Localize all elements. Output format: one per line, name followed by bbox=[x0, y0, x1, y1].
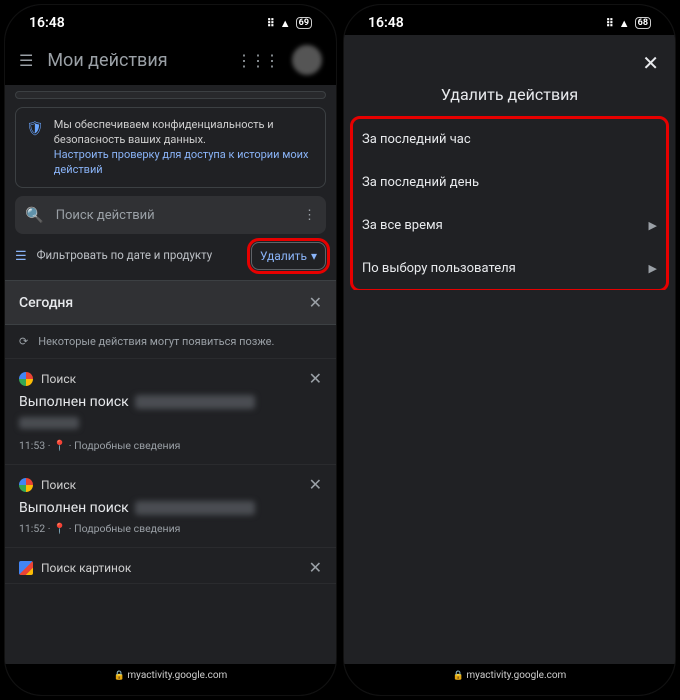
activity-item: Поиск картинок ✕ bbox=[5, 548, 336, 584]
battery-indicator: 69 bbox=[296, 17, 312, 29]
option-label: За все время bbox=[362, 218, 443, 233]
search-bar[interactable]: 🔍 Поиск действий ⋮ bbox=[15, 196, 326, 234]
shield-icon: 🛡 bbox=[26, 120, 44, 177]
close-icon[interactable]: ✕ bbox=[642, 51, 659, 75]
collapsed-card bbox=[15, 91, 326, 99]
menu-icon[interactable]: ☰ bbox=[19, 51, 33, 70]
option-custom-range[interactable]: По выбору пользователя ▶ bbox=[352, 247, 667, 290]
battery-indicator: 68 bbox=[635, 17, 651, 29]
avatar[interactable] bbox=[292, 45, 322, 75]
delete-activity-icon[interactable]: ✕ bbox=[309, 475, 322, 494]
activity-service: Поиск bbox=[41, 478, 76, 492]
info-icon: ⟳ bbox=[19, 335, 28, 348]
phone-left: 16:48 ⠿ ▲ 69 ☰ Мои действия ⋮⋮⋮ 🛡 Мы обе… bbox=[4, 4, 337, 696]
chevron-right-icon: ▶ bbox=[649, 219, 657, 232]
url-text: myactivity.google.com bbox=[466, 670, 566, 681]
sheet-header: ✕ bbox=[344, 35, 675, 79]
chevron-down-icon: ▾ bbox=[311, 249, 317, 263]
status-time: 16:48 bbox=[29, 15, 65, 31]
filter-icon[interactable]: ☰ bbox=[15, 249, 27, 264]
cellular-icon: ⠿ bbox=[267, 17, 275, 30]
delete-activity-icon[interactable]: ✕ bbox=[309, 558, 322, 577]
filter-label[interactable]: Фильтровать по дате и продукту bbox=[37, 249, 241, 263]
phone-right: 16:48 ⠿ ▲ 68 ✕ Удалить действия За после… bbox=[343, 4, 676, 696]
info-row: ⟳ Некоторые действия могут появиться поз… bbox=[5, 325, 336, 359]
url-bar: 🔒 myactivity.google.com bbox=[344, 664, 675, 695]
sheet-title: Удалить действия bbox=[344, 79, 675, 118]
activity-time: 11:52 bbox=[19, 522, 45, 535]
option-last-day[interactable]: За последний день bbox=[352, 161, 667, 204]
status-bar: 16:48 ⠿ ▲ 68 bbox=[344, 5, 675, 35]
url-text: myactivity.google.com bbox=[127, 670, 227, 681]
activity-service: Поиск bbox=[41, 372, 76, 386]
images-icon bbox=[19, 561, 33, 575]
delete-label: Удалить bbox=[260, 249, 307, 263]
redacted-query bbox=[135, 395, 255, 409]
activity-details-link[interactable]: Подробные сведения bbox=[74, 439, 180, 452]
option-label: По выбору пользователя bbox=[362, 261, 516, 276]
content-area: 🛡 Мы обеспечиваем конфиденциальность и б… bbox=[5, 85, 336, 664]
section-today-label: Сегодня bbox=[19, 295, 73, 311]
activity-action: Выполнен поиск bbox=[19, 394, 129, 410]
lock-icon: 🔒 bbox=[114, 671, 125, 681]
privacy-card: 🛡 Мы обеспечиваем конфиденциальность и б… bbox=[15, 107, 326, 188]
activity-item: Поиск ✕ Выполнен поиск 11:53 · 📍 · Подро… bbox=[5, 359, 336, 465]
chevron-right-icon: ▶ bbox=[649, 262, 657, 275]
lock-icon: 🔒 bbox=[453, 671, 464, 681]
redacted-query bbox=[135, 501, 255, 515]
status-bar: 16:48 ⠿ ▲ 69 bbox=[5, 5, 336, 35]
redacted-detail bbox=[19, 417, 79, 429]
apps-grid-icon[interactable]: ⋮⋮⋮ bbox=[236, 51, 278, 70]
empty-area bbox=[344, 290, 675, 664]
status-time: 16:48 bbox=[368, 15, 404, 31]
info-text: Некоторые действия могут появиться позже… bbox=[38, 335, 274, 348]
search-placeholder: Поиск действий bbox=[56, 208, 291, 223]
privacy-text: Мы обеспечиваем конфиденциальность и без… bbox=[54, 118, 274, 146]
url-bar: 🔒 myactivity.google.com bbox=[5, 664, 336, 695]
more-icon[interactable]: ⋮ bbox=[303, 208, 316, 223]
status-icons: ⠿ ▲ 68 bbox=[606, 17, 651, 30]
filter-row: ☰ Фильтровать по дате и продукту Удалить… bbox=[15, 242, 326, 270]
delete-options: За последний час За последний день За вс… bbox=[352, 118, 667, 290]
delete-button[interactable]: Удалить ▾ bbox=[251, 242, 326, 270]
page-title: Мои действия bbox=[47, 50, 222, 71]
wifi-icon: ▲ bbox=[280, 17, 291, 30]
activity-action: Выполнен поиск bbox=[19, 500, 129, 516]
privacy-link[interactable]: Настроить проверку для доступа к истории… bbox=[54, 148, 309, 176]
cellular-icon: ⠿ bbox=[606, 17, 614, 30]
activity-details-link[interactable]: Подробные сведения bbox=[74, 522, 180, 535]
app-titlebar: ☰ Мои действия ⋮⋮⋮ bbox=[5, 35, 336, 85]
google-icon bbox=[19, 478, 33, 492]
delete-activity-icon[interactable]: ✕ bbox=[309, 369, 322, 388]
activity-time: 11:53 bbox=[19, 439, 45, 452]
status-icons: ⠿ ▲ 69 bbox=[267, 17, 312, 30]
section-today: Сегодня ✕ bbox=[5, 280, 336, 325]
dismiss-today-icon[interactable]: ✕ bbox=[309, 293, 322, 312]
activity-service: Поиск картинок bbox=[41, 561, 131, 575]
google-icon bbox=[19, 372, 33, 386]
option-label: За последний час bbox=[362, 132, 471, 147]
wifi-icon: ▲ bbox=[619, 17, 630, 30]
option-label: За последний день bbox=[362, 175, 479, 190]
option-last-hour[interactable]: За последний час bbox=[352, 118, 667, 161]
option-all-time[interactable]: За все время ▶ bbox=[352, 204, 667, 247]
activity-item: Поиск ✕ Выполнен поиск 11:52 · 📍 · Подро… bbox=[5, 465, 336, 548]
search-icon: 🔍 bbox=[25, 206, 44, 224]
